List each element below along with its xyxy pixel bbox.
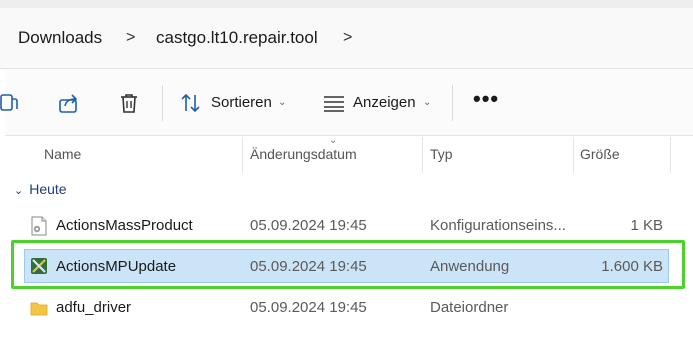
- folder-icon: [30, 302, 48, 316]
- breadcrumb-separator[interactable]: >: [343, 29, 352, 47]
- highlight-annotation: [11, 240, 685, 289]
- view-button[interactable]: Anzeigen: [353, 94, 416, 111]
- file-date: 05.09.2024 19:45: [250, 217, 367, 234]
- window-top-strip: [0, 0, 693, 8]
- config-file-icon: [31, 216, 47, 236]
- file-type: Dateiordner: [430, 299, 509, 316]
- chevron-down-icon: ⌄: [278, 97, 287, 108]
- breadcrumb-separator[interactable]: >: [126, 29, 135, 47]
- sort-button[interactable]: Sortieren: [211, 94, 272, 111]
- breadcrumb: Downloads > castgo.lt10.repair.tool >: [0, 8, 693, 69]
- toolbar-divider: [162, 85, 163, 121]
- command-bar: Sortieren ⌄ Anzeigen ⌄ •••: [0, 70, 693, 136]
- share-icon[interactable]: [58, 92, 80, 114]
- file-size: 1 KB: [630, 217, 663, 234]
- column-header-type[interactable]: Typ: [430, 146, 453, 162]
- copy-icon[interactable]: [0, 92, 21, 114]
- file-row[interactable]: ActionsMassProduct 05.09.2024 19:45 Konf…: [24, 208, 669, 244]
- file-row[interactable]: adfu_driver 05.09.2024 19:45 Dateiordner: [24, 290, 669, 326]
- column-separator[interactable]: [573, 137, 574, 173]
- breadcrumb-item-downloads[interactable]: Downloads: [18, 28, 102, 48]
- group-label: Heute: [29, 181, 67, 197]
- column-header-bar: ⌄ Name Änderungsdatum Typ Größe: [5, 135, 693, 173]
- column-separator[interactable]: [670, 137, 671, 173]
- column-header-date[interactable]: Änderungsdatum: [250, 146, 357, 162]
- column-separator[interactable]: [422, 137, 423, 173]
- chevron-down-icon: ⌄: [14, 185, 24, 197]
- group-header-today[interactable]: ⌄ Heute: [14, 181, 67, 197]
- file-name: adfu_driver: [56, 299, 132, 316]
- chevron-down-icon: ⌄: [423, 97, 432, 108]
- breadcrumb-item-folder[interactable]: castgo.lt10.repair.tool: [156, 28, 318, 48]
- file-date: 05.09.2024 19:45: [250, 299, 367, 316]
- sort-caret-icon: ⌄: [329, 135, 338, 146]
- sort-icon[interactable]: [180, 92, 202, 114]
- file-name: ActionsMassProduct: [56, 217, 193, 234]
- more-options-button[interactable]: •••: [473, 86, 499, 112]
- file-type: Konfigurationseins...: [430, 217, 566, 234]
- view-icon[interactable]: [323, 92, 345, 114]
- column-header-name[interactable]: Name: [44, 146, 81, 162]
- trash-icon[interactable]: [118, 92, 140, 114]
- column-header-size[interactable]: Größe: [580, 146, 620, 162]
- toolbar-divider: [452, 85, 453, 121]
- column-separator[interactable]: [242, 137, 243, 173]
